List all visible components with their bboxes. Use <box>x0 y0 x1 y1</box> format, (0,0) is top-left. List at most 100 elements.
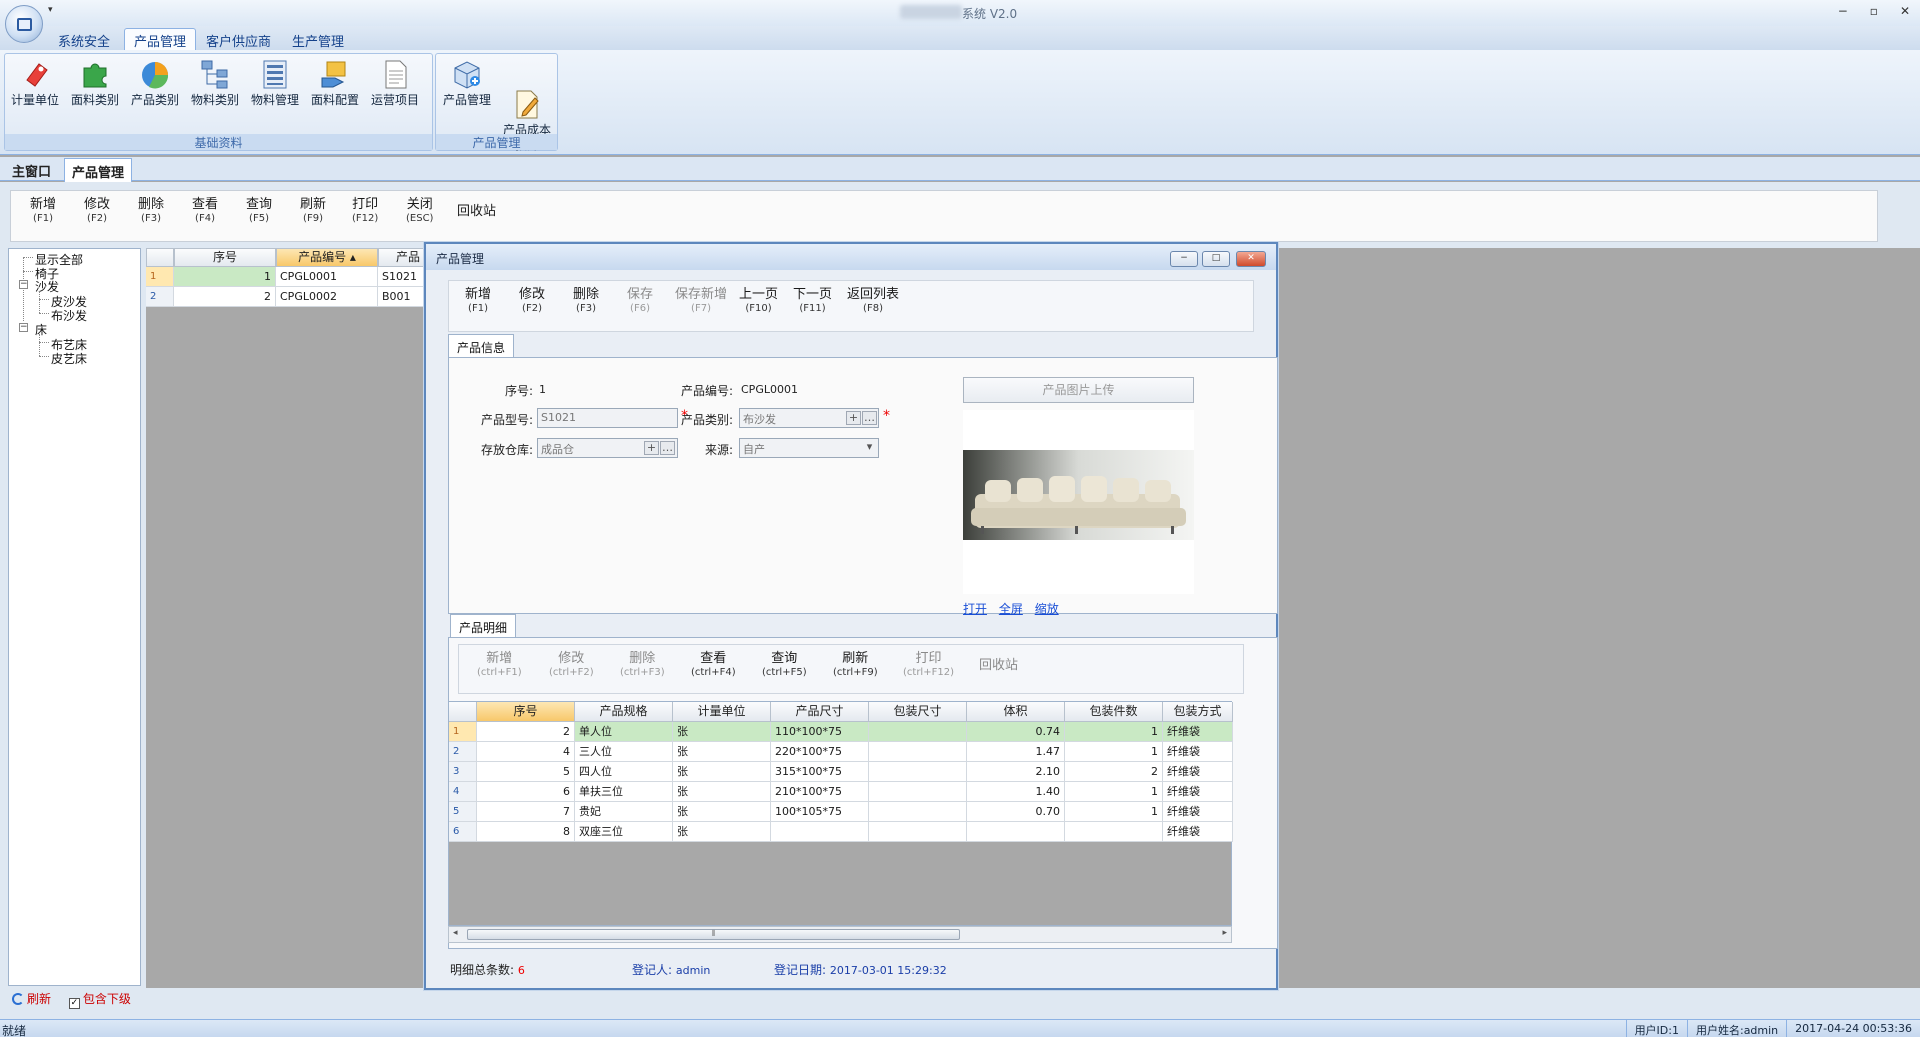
table-cell[interactable]: 0.74 <box>967 722 1065 742</box>
add-icon[interactable]: + <box>846 411 861 425</box>
fabric-config-button[interactable]: 面料配置 <box>306 56 364 108</box>
table-cell[interactable]: 1 <box>174 267 276 287</box>
table-cell[interactable]: 210*100*75 <box>771 782 869 802</box>
table-cell[interactable] <box>771 822 869 842</box>
row-number[interactable]: 1 <box>449 722 477 742</box>
add-button[interactable]: 新增 (F1) <box>30 198 56 226</box>
table-cell[interactable]: 张 <box>673 762 771 782</box>
table-cell[interactable]: 8 <box>477 822 575 842</box>
table-cell[interactable]: 220*100*75 <box>771 742 869 762</box>
edit-button[interactable]: 修改 (F2) <box>84 198 110 226</box>
detail-view-button[interactable]: 查看 (ctrl+F4) <box>691 652 736 680</box>
table-cell[interactable]: 单人位 <box>575 722 673 742</box>
column-header[interactable]: 计量单位 <box>673 702 771 722</box>
table-cell[interactable]: 张 <box>673 822 771 842</box>
next-page-button[interactable]: 下一页 (F11) <box>793 288 832 316</box>
table-cell[interactable]: 1.47 <box>967 742 1065 762</box>
table-cell[interactable]: 1.40 <box>967 782 1065 802</box>
product-category-button[interactable]: 产品类别 <box>126 56 184 108</box>
table-cell[interactable]: 1 <box>1065 742 1163 762</box>
table-cell[interactable]: 315*100*75 <box>771 762 869 782</box>
upload-image-button[interactable]: 产品图片上传 <box>963 377 1194 403</box>
close-button[interactable]: ✕ <box>1900 4 1910 18</box>
table-cell[interactable] <box>869 822 967 842</box>
table-cell[interactable]: 2.10 <box>967 762 1065 782</box>
back-to-list-button[interactable]: 返回列表 (F8) <box>847 288 899 316</box>
product-model-input[interactable]: S1021 <box>537 408 678 428</box>
horizontal-scrollbar[interactable]: ◂ ⦀ ▸ <box>448 926 1232 943</box>
column-header[interactable]: 包装尺寸 <box>869 702 967 722</box>
detail-delete-button[interactable]: 删除 (ctrl+F3) <box>620 652 665 680</box>
detail-query-button[interactable]: 查询 (ctrl+F5) <box>762 652 807 680</box>
detail-refresh-button[interactable]: 刷新 (ctrl+F9) <box>833 652 878 680</box>
table-cell[interactable] <box>869 742 967 762</box>
dialog-titlebar[interactable]: 产品管理 − □ ✕ <box>426 244 1276 270</box>
maximize-button[interactable]: ▫ <box>1870 4 1878 18</box>
detail-edit-button[interactable]: 修改 (ctrl+F2) <box>549 652 594 680</box>
table-cell[interactable]: 张 <box>673 802 771 822</box>
product-management-button[interactable]: 产品管理 <box>438 56 496 108</box>
tab-product-management[interactable]: 产品管理 <box>64 158 133 184</box>
tab-main-window[interactable]: 主窗口 <box>12 161 51 180</box>
dialog-edit-button[interactable]: 修改 (F2) <box>519 288 545 316</box>
close-tab-button[interactable]: 关闭 (ESC) <box>406 198 433 226</box>
column-header[interactable]: 产品尺寸 <box>771 702 869 722</box>
grid-corner[interactable] <box>146 248 174 267</box>
table-cell[interactable]: 纤维袋 <box>1163 822 1233 842</box>
tab-product-detail[interactable]: 产品明细 <box>450 614 517 638</box>
column-header[interactable]: 产品规格 <box>575 702 673 722</box>
table-cell[interactable]: 四人位 <box>575 762 673 782</box>
row-number[interactable]: 3 <box>449 762 477 782</box>
row-number[interactable]: 2 <box>146 287 174 307</box>
row-number[interactable]: 2 <box>449 742 477 762</box>
table-cell[interactable] <box>869 762 967 782</box>
column-header[interactable]: 包装方式 <box>1163 702 1233 722</box>
tree-node-leather-bed[interactable]: 皮艺床 <box>51 350 87 367</box>
more-icon[interactable]: … <box>862 411 877 425</box>
detail-add-button[interactable]: 新增 (ctrl+F1) <box>477 652 522 680</box>
tree-node-fabric-sofa[interactable]: 布沙发 <box>51 307 87 324</box>
column-header-code[interactable]: 产品编号 ▴ <box>276 248 378 267</box>
fabric-category-button[interactable]: 面料类别 <box>66 56 124 108</box>
row-number[interactable]: 5 <box>449 802 477 822</box>
column-header-seq[interactable]: 序号 <box>174 248 276 267</box>
recycle-bin-button[interactable]: 回收站 <box>457 205 496 219</box>
table-cell[interactable]: 110*100*75 <box>771 722 869 742</box>
table-cell[interactable]: 纤维袋 <box>1163 762 1233 782</box>
table-cell[interactable]: CPGL0001 <box>276 267 378 287</box>
table-cell[interactable]: 6 <box>477 782 575 802</box>
table-cell[interactable]: 贵妃 <box>575 802 673 822</box>
material-category-button[interactable]: 物料类别 <box>186 56 244 108</box>
application-menu-button[interactable] <box>5 5 43 43</box>
dialog-delete-button[interactable]: 删除 (F3) <box>573 288 599 316</box>
tree-collapse-icon[interactable]: − <box>19 280 28 289</box>
table-cell[interactable]: 2 <box>1065 762 1163 782</box>
detail-recycle-bin-button[interactable]: 回收站 <box>979 659 1018 673</box>
scroll-left-icon[interactable]: ◂ <box>453 928 458 938</box>
open-image-link[interactable]: 打开 <box>963 602 987 616</box>
table-cell[interactable]: 0.70 <box>967 802 1065 822</box>
scroll-right-icon[interactable]: ▸ <box>1222 928 1227 938</box>
row-number[interactable]: 6 <box>449 822 477 842</box>
print-button[interactable]: 打印 (F12) <box>352 198 378 226</box>
table-cell[interactable]: 2 <box>174 287 276 307</box>
scroll-thumb[interactable]: ⦀ <box>467 929 960 940</box>
tab-product-info[interactable]: 产品信息 <box>448 334 515 358</box>
ribbon-tab-system-security[interactable]: 系统安全 <box>58 31 110 50</box>
table-cell[interactable]: 纤维袋 <box>1163 802 1233 822</box>
view-button[interactable]: 查看 (F4) <box>192 198 218 226</box>
query-button[interactable]: 查询 (F5) <box>246 198 272 226</box>
table-cell[interactable]: 张 <box>673 722 771 742</box>
tree-refresh-button[interactable]: 刷新 <box>12 992 51 1006</box>
zoom-link[interactable]: 缩放 <box>1035 602 1059 616</box>
table-cell[interactable]: 1 <box>1065 782 1163 802</box>
quick-access-dropdown-icon[interactable]: ▾ <box>48 5 53 15</box>
table-cell[interactable]: 张 <box>673 782 771 802</box>
column-header[interactable]: 序号 <box>477 702 575 722</box>
table-cell[interactable] <box>1065 822 1163 842</box>
dialog-save-new-button[interactable]: 保存新增 (F7) <box>675 288 727 316</box>
add-icon[interactable]: + <box>644 441 659 455</box>
fullscreen-link[interactable]: 全屏 <box>999 602 1023 616</box>
table-cell[interactable] <box>869 722 967 742</box>
dialog-add-button[interactable]: 新增 (F1) <box>465 288 491 316</box>
